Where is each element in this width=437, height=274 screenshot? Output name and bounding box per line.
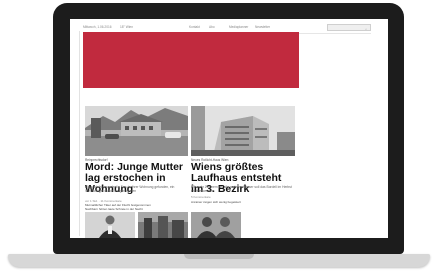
laptop-base [8, 254, 430, 267]
related-link[interactable]: Anrainer zeigen sich wenig begeistert [191, 200, 295, 204]
date-label: Mittwoch, 1.06.2016 [83, 25, 112, 29]
street-photo [85, 106, 188, 156]
nav-link-contact[interactable]: Kontakt [189, 25, 200, 29]
search-input[interactable]: ⌕ [327, 24, 371, 31]
nav-link-mediaplanner[interactable]: Mediaplanner [229, 25, 248, 29]
browser-screen: Mittwoch, 1.06.2016 18° Wien Kontakt Abo… [70, 19, 388, 238]
ad-banner[interactable] [83, 32, 299, 88]
column-divider [79, 31, 80, 236]
article-teaser: Mit mehr Zimmern als alle anderen Häuser… [191, 185, 292, 194]
article-meta: 5 Kommentare [191, 195, 211, 199]
related-links: Mutmaßlicher Täter auf der Flucht festge… [85, 203, 189, 211]
article-teaser: Mittwoch früh wurde die Frau in ihrer Wo… [85, 185, 175, 194]
weather-label: 18° Wien [120, 25, 133, 29]
thumbnail-image[interactable] [138, 212, 188, 238]
article-image-left[interactable] [85, 106, 188, 156]
related-link[interactable]: Nachbarn hörten laute Schreie in der Nac… [85, 207, 189, 211]
laptop-notch [184, 254, 254, 259]
search-icon: ⌕ [365, 27, 367, 31]
thumbnail-image[interactable] [85, 212, 135, 238]
thumbnail-image[interactable] [191, 212, 241, 238]
article-image-right[interactable] [191, 106, 295, 156]
nav-link-abo[interactable]: Abo [209, 25, 215, 29]
building-photo [191, 106, 295, 156]
related-links: Anrainer zeigen sich wenig begeistert [191, 200, 295, 204]
nav-link-newsletter[interactable]: Newsletter [255, 25, 270, 29]
